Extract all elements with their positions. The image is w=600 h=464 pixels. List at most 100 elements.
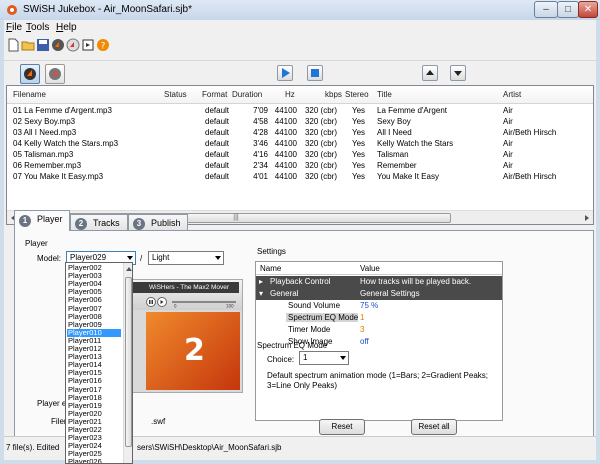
table-cell: default [205,150,230,159]
expander-icon[interactable]: ▾ [259,289,263,298]
table-cell: 44100 [274,150,297,159]
player-preview: WiSHers - The Max2 Mover 0 100 2 [125,279,243,393]
table-row[interactable]: 01 La Femme d'Argent.mp3 default 7'09 44100… [7,106,593,117]
scroll-right-icon[interactable] [583,214,591,222]
menu-file[interactable]: File [6,22,22,33]
table-cell: 44100 [274,117,297,126]
settings-row[interactable]: Sound Volume 75 % [256,300,502,312]
col-format[interactable]: Format [202,90,227,99]
table-row[interactable]: 05 Talisman.mp3 default 4'16 44100 320 (cbr)… [7,150,593,161]
table-cell: 320 (cbr) [304,139,337,148]
move-down-button[interactable] [450,65,466,81]
open-icon[interactable] [21,38,35,52]
move-up-button[interactable] [422,65,438,81]
table-row[interactable]: 07 You Make It Easy.mp3 default 4'01 44100 3… [7,172,593,183]
skin-value: Light [152,253,170,262]
col-title[interactable]: Title [377,90,392,99]
tab-tracks[interactable]: 2 Tracks [70,214,128,231]
tab-label: Tracks [93,218,120,228]
table-cell: 44100 [274,106,297,115]
choice-select[interactable]: 1 [299,351,349,365]
track-list[interactable]: Filename Status Format Duration Hz kbps … [6,85,594,225]
tab-player[interactable]: 1 Player [14,210,70,231]
svg-text:?: ? [101,42,106,52]
add-tracks-icon[interactable] [51,38,65,52]
table-cell: Yes [352,150,366,159]
table-cell: Air [503,106,513,115]
table-cell: You Make It Easy [377,172,439,181]
table-cell: La Femme d'Argent [377,106,448,115]
dropdown-scrollbar[interactable] [123,263,133,463]
col-filename[interactable]: Filename [13,90,46,99]
settings-row[interactable]: Spectrum EQ Mode 1 [256,312,502,324]
model-dropdown-list[interactable]: Player002 Player003 Player004 Player005 Play… [65,262,133,464]
add-track-button[interactable] [20,64,40,84]
preview-display: WiSHers - The Max2 Mover [129,282,239,293]
table-cell: 7'09 [253,106,268,115]
settings-row[interactable]: Timer Mode 3 [256,324,502,336]
export-icon[interactable] [81,38,95,52]
minimize-button[interactable]: – [534,1,558,18]
model-label: Model: [37,254,62,263]
settings-group-label: Settings [257,247,286,256]
settings-row-name: General [270,289,299,298]
remove-tracks-icon[interactable] [66,38,80,52]
expander-icon[interactable]: ▸ [259,277,263,286]
main-toolbar: ? [4,36,596,54]
player-group-label: Player [25,239,48,248]
table-cell: 3'46 [253,139,268,148]
table-cell: 320 (cbr) [304,106,337,115]
col-kbps[interactable]: kbps [325,90,342,99]
settings-row[interactable]: ▸ Playback Control How tracks will be play… [256,276,502,288]
stop-button[interactable] [307,65,323,81]
tab-number: 2 [75,218,87,230]
menu-tools[interactable]: Tools [26,22,49,33]
move-up-icon [426,70,434,75]
add-track-icon [24,68,36,80]
table-cell: All I Need [377,128,412,137]
dropdown-scroll-thumb[interactable] [125,277,132,447]
table-cell: default [205,106,230,115]
new-icon[interactable] [6,38,20,52]
save-icon[interactable] [36,38,50,52]
table-cell: 320 (cbr) [304,161,337,170]
preview-controls: 0 100 [146,297,236,308]
model-separator: / [140,254,143,263]
table-row[interactable]: 03 All I Need.mp3 default 4'28 44100 320 (cb… [7,128,593,139]
skin-select[interactable]: Light [148,251,224,265]
maximize-button[interactable]: □ [557,1,579,18]
close-button[interactable]: ✕ [578,1,598,18]
col-status[interactable]: Status [164,90,187,99]
table-cell: Yes [352,117,366,126]
preview-number: 2 [184,333,205,368]
settings-row-name: Playback Control [270,277,331,286]
reset-all-button[interactable]: Reset all [411,419,457,435]
table-cell: 07 You Make It Easy.mp3 [13,172,104,181]
choice-label: Choice: [267,355,295,364]
table-row[interactable]: 06 Remember.mp3 default 2'34 44100 320 (cbr)… [7,161,593,172]
col-stereo[interactable]: Stereo [345,90,369,99]
table-cell: default [205,139,230,148]
title-bar: SWiSH Jukebox - Air_MoonSafari.sjb* – □ … [0,0,600,20]
help-icon[interactable]: ? [96,38,110,52]
reset-button[interactable]: Reset [319,419,365,435]
table-row[interactable]: 04 Kelly Watch the Stars.mp3 default 3'46 4… [7,139,593,150]
preview-art: 2 [146,312,240,390]
play-button[interactable] [277,65,293,81]
settings-col-name: Name [260,264,282,273]
table-cell: Yes [352,128,366,137]
table-cell: 2'34 [253,161,268,170]
tab-publish[interactable]: 3 Publish [128,214,188,231]
remove-track-button[interactable] [45,64,65,84]
choice-value: 1 [303,353,308,362]
col-hz[interactable]: Hz [285,90,295,99]
menu-help[interactable]: Help [56,22,77,33]
table-cell: 320 (cbr) [304,117,337,126]
settings-row[interactable]: ▾ General General Settings [256,288,502,300]
col-duration[interactable]: Duration [232,90,262,99]
app-window: SWiSH Jukebox - Air_MoonSafari.sjb* – □ … [0,0,600,464]
col-artist[interactable]: Artist [503,90,521,99]
dropdown-option[interactable]: Player026 [67,458,121,463]
table-row[interactable]: 02 Sexy Boy.mp3 default 4'58 44100 320 (cbr)… [7,117,593,128]
scroll-up-icon[interactable] [125,265,133,273]
